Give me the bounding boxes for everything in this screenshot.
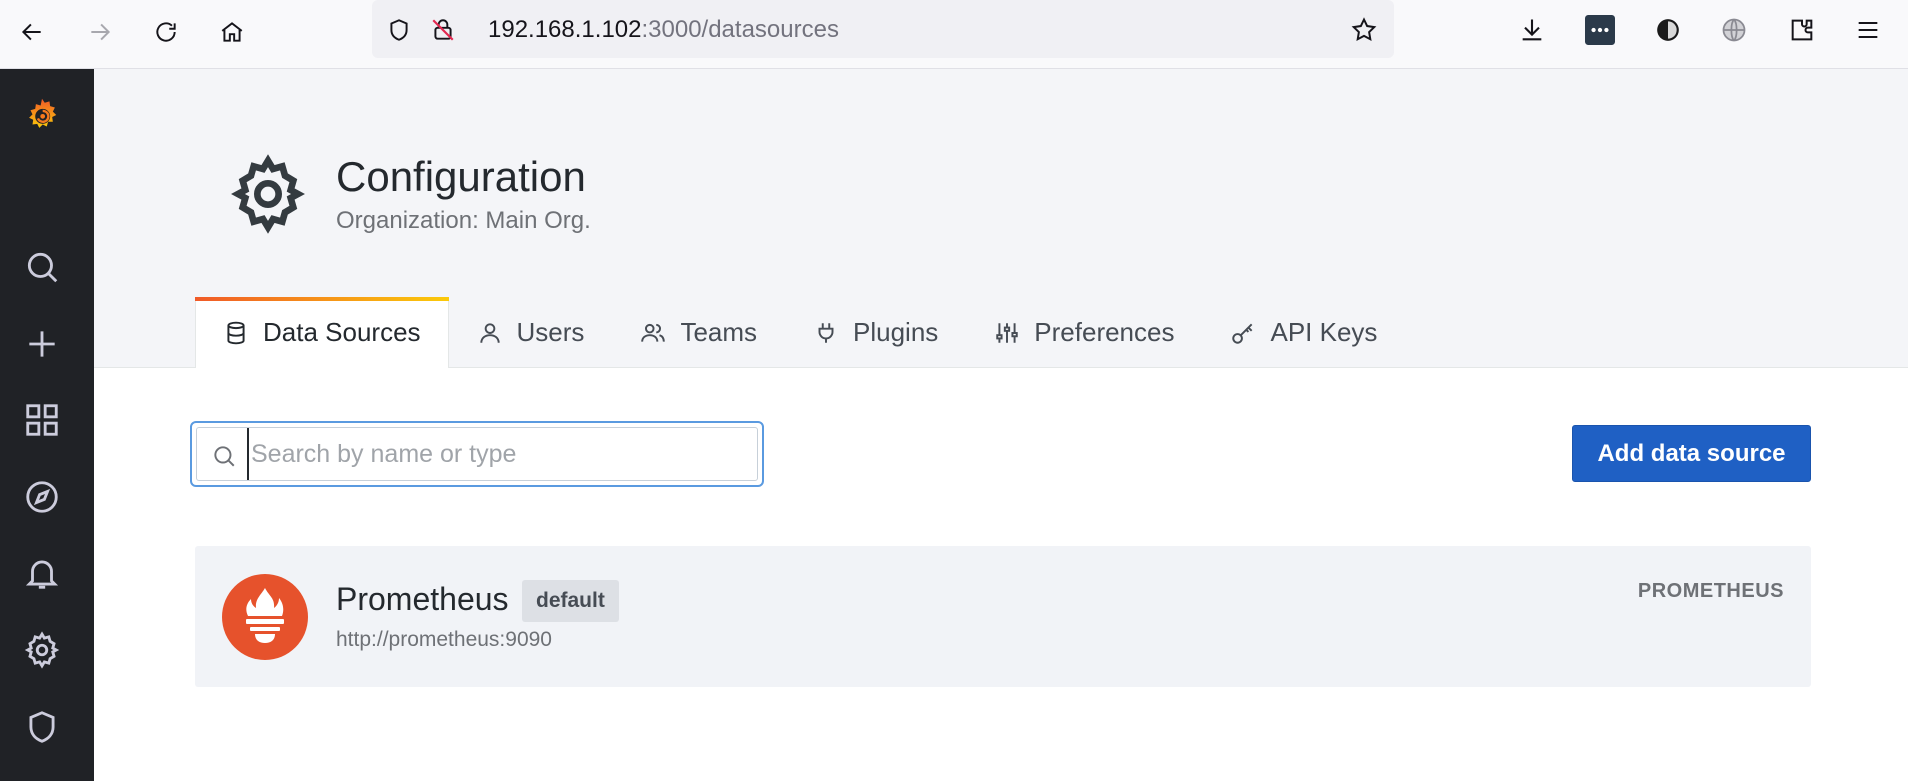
url-path: :3000/datasources (641, 16, 839, 43)
reload-icon[interactable] (146, 12, 186, 52)
tab-plugins[interactable]: Plugins (785, 297, 966, 368)
tab-label: Users (516, 317, 585, 347)
tab-preferences[interactable]: Preferences (966, 297, 1202, 368)
tab-data-sources[interactable]: Data Sources (195, 297, 449, 368)
url-host: 192.168.1.102 (488, 16, 642, 43)
url-text[interactable]: 192.168.1.102:3000/datasources (488, 16, 839, 44)
bookmark-star-icon[interactable] (1349, 15, 1379, 45)
extensions-icon[interactable] (1786, 14, 1818, 46)
datasource-type: PROMETHEUS (1637, 580, 1784, 602)
password-manager-icon[interactable] (1584, 14, 1616, 46)
search-field[interactable] (190, 421, 764, 487)
globe-icon[interactable] (1718, 14, 1750, 46)
users-icon (641, 323, 666, 342)
home-icon[interactable] (212, 12, 252, 52)
back-arrow-icon[interactable] (12, 12, 52, 52)
create-plus-icon[interactable] (20, 322, 64, 366)
alerting-bell-icon[interactable] (20, 551, 64, 595)
plug-icon (818, 322, 834, 343)
tab-users[interactable]: Users (449, 297, 613, 368)
sidebar (0, 69, 94, 781)
database-icon (227, 321, 245, 344)
add-data-source-button[interactable]: Add data source (1572, 425, 1811, 482)
tab-bar: Data Sources Users Teams Plugins Prefere… (195, 297, 1405, 368)
server-admin-shield-icon[interactable] (20, 705, 64, 749)
explore-compass-icon[interactable] (20, 475, 64, 519)
browser-toolbar: 192.168.1.102:3000/datasources (0, 0, 1908, 69)
shield-icon[interactable] (384, 15, 414, 45)
tab-teams[interactable]: Teams (612, 297, 785, 368)
url-bar[interactable]: 192.168.1.102:3000/datasources (372, 0, 1394, 58)
page-title: Configuration (336, 153, 586, 200)
dashboards-grid-icon[interactable] (20, 398, 64, 442)
search-icon[interactable] (20, 245, 64, 289)
default-badge: default (522, 580, 619, 622)
datasource-card[interactable]: Prometheus default http://prometheus:909… (195, 546, 1811, 687)
download-icon[interactable] (1516, 14, 1548, 46)
page-header: Configuration Organization: Main Org. Da… (94, 69, 1908, 368)
tab-label: Teams (680, 317, 758, 347)
search-input[interactable] (247, 428, 747, 480)
datasource-url: http://prometheus:9090 (336, 628, 552, 651)
datasource-name[interactable]: Prometheus (336, 581, 509, 618)
tab-label: Plugins (853, 317, 939, 347)
configuration-gear-icon[interactable] (20, 628, 64, 672)
hamburger-menu-icon[interactable] (1852, 14, 1884, 46)
page-subtitle: Organization: Main Org. (336, 207, 591, 234)
search-field-inner[interactable] (196, 427, 758, 481)
tab-api-keys[interactable]: API Keys (1202, 297, 1405, 368)
insecure-lock-icon[interactable] (428, 15, 458, 45)
sliders-icon (996, 322, 1019, 343)
user-icon (479, 322, 500, 343)
key-icon (1232, 323, 1253, 344)
configuration-gear-icon (231, 154, 305, 234)
prometheus-logo-icon (222, 574, 308, 660)
search-icon (214, 446, 235, 467)
dark-reader-icon[interactable] (1652, 14, 1684, 46)
tab-label: API Keys (1270, 317, 1378, 347)
forward-arrow-icon[interactable] (80, 12, 120, 52)
tab-label: Preferences (1034, 317, 1175, 347)
grafana-logo[interactable] (14, 87, 70, 143)
tab-label: Data Sources (263, 317, 421, 347)
